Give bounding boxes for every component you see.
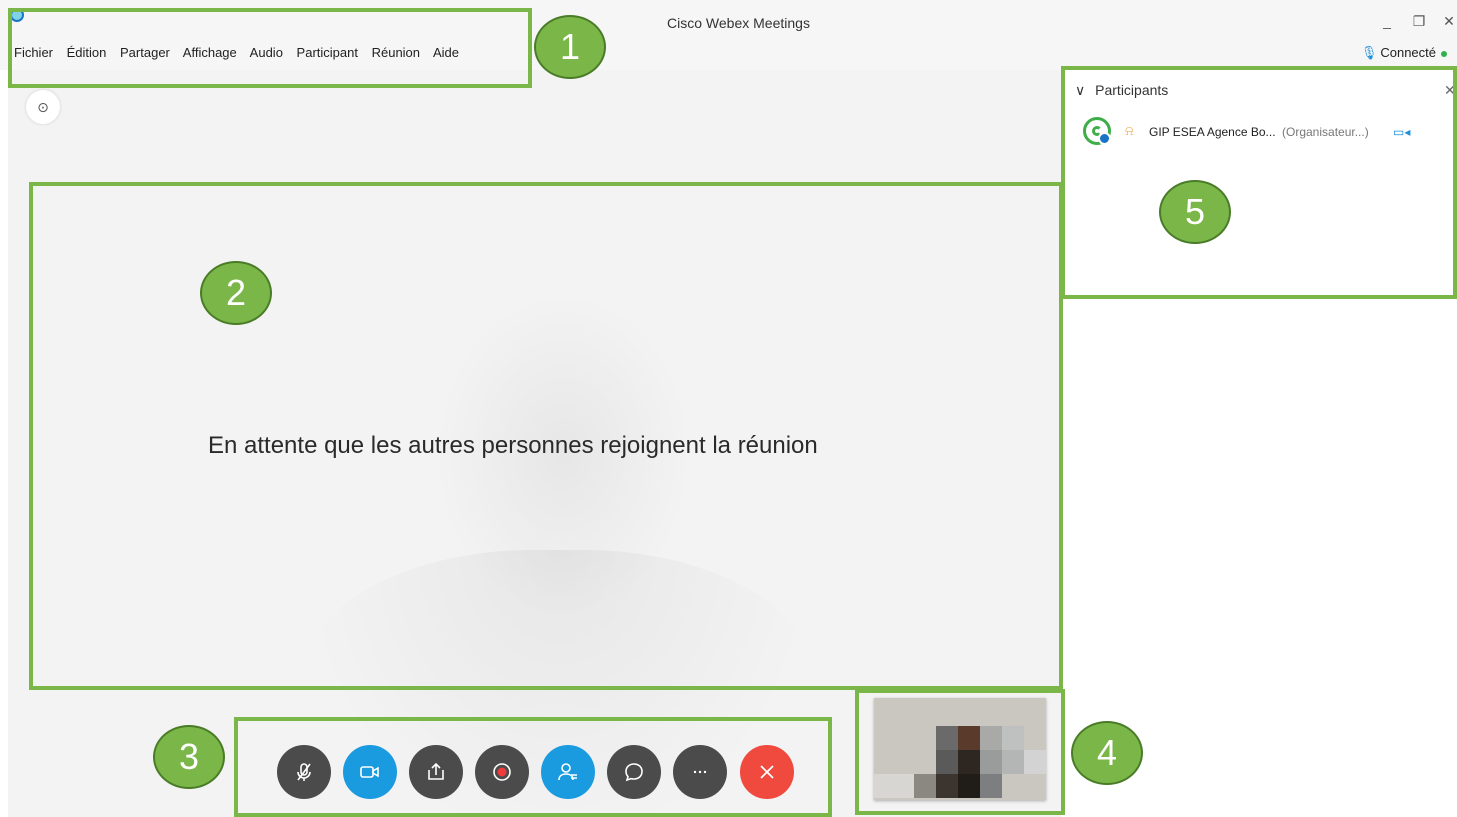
microphone-icon: 🎙 (1360, 45, 1378, 60)
connection-status-label: Connecté (1380, 45, 1436, 60)
annotation-badge-5: 5 (1159, 180, 1231, 244)
annotation-box-stage (29, 182, 1063, 690)
connection-status[interactable]: 🎙 Connecté (1361, 45, 1447, 61)
annotation-box-self-view (855, 689, 1065, 815)
meeting-info-button[interactable]: ⊙ (26, 90, 60, 124)
annotation-box-menu (8, 8, 532, 88)
annotation-badge-2: 2 (200, 261, 272, 325)
annotation-box-controls (234, 717, 832, 817)
annotation-box-participants (1061, 66, 1457, 299)
minimize-button[interactable]: _ (1378, 12, 1396, 30)
maximize-button[interactable]: ❐ (1410, 12, 1428, 30)
close-window-button[interactable]: ✕ (1440, 12, 1457, 30)
annotation-badge-3: 3 (153, 725, 225, 789)
annotation-badge-4: 4 (1071, 721, 1143, 785)
annotation-badge-1: 1 (534, 15, 606, 79)
status-dot (1441, 50, 1447, 57)
